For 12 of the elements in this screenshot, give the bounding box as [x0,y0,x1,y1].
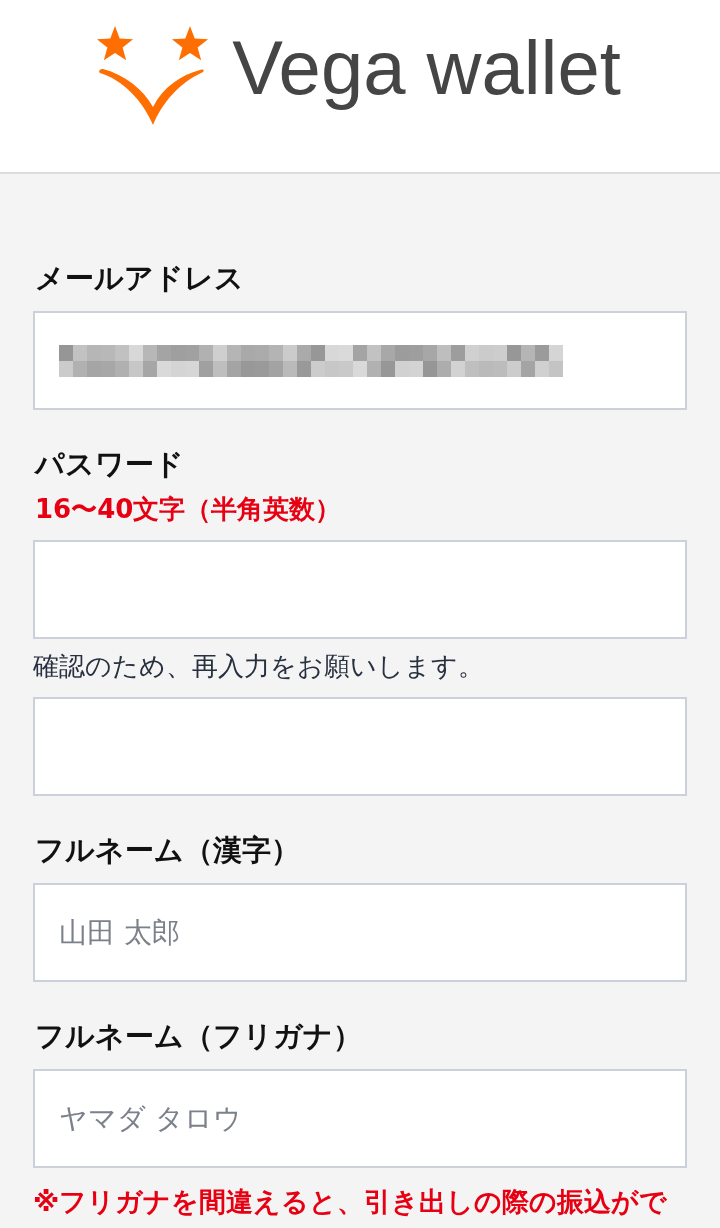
input-field[interactable]: 山田 太郎 [33,883,687,982]
input-field[interactable] [33,311,687,410]
field-label: パスワード [33,446,185,483]
field-label: メールアドレス [34,260,245,297]
warning-text: ※フリガナを間違えると、引き出しの際の振込がで [33,1185,669,1219]
note-text: 確認のため、再入力をお願いします。 [33,650,485,683]
input-field[interactable] [33,697,687,796]
input-field[interactable]: ヤマダ タロウ [33,1069,687,1168]
input-field[interactable] [33,540,687,639]
field-label: フルネーム（漢字） [34,832,301,869]
field-label: フルネーム（フリガナ） [34,1018,363,1055]
hint-text: 16〜40文字（半角英数） [34,493,343,526]
